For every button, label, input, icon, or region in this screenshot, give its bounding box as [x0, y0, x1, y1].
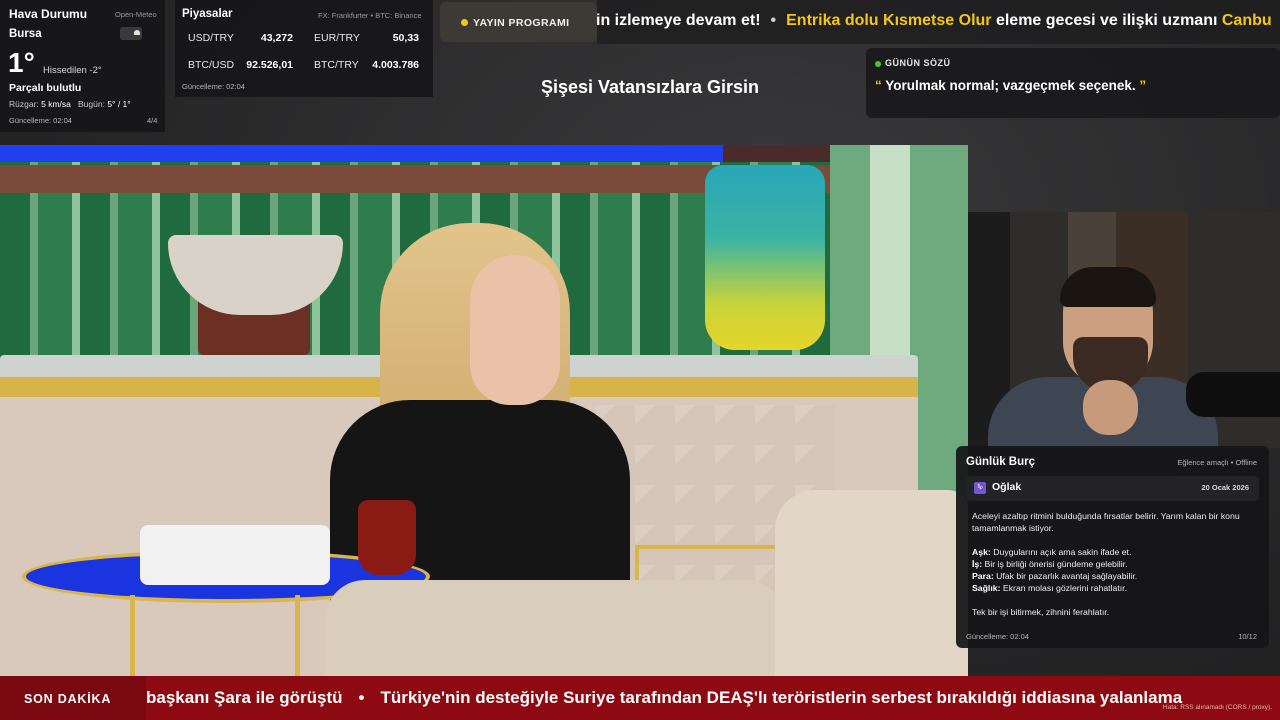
- top-ticker: in izlemeye devam et! • Entrika dolu Kısme…: [597, 0, 1280, 44]
- quote-widget: GÜNÜN SÖZÜ “ Yorulmak normal; vazgeçmek …: [866, 48, 1280, 118]
- weather-updated: Güncelleme: 02:04: [9, 116, 72, 125]
- horoscope-widget: Günlük Burç Eğlence amaçlı • Offline ♑ O…: [956, 446, 1269, 648]
- market-value: 92.526,01: [246, 59, 293, 71]
- schedule-dot-icon: [461, 19, 468, 26]
- webcam-person-hair: [1060, 267, 1156, 307]
- horoscope-intro: Aceleyi azaltıp ritmini bulduğunda fırsa…: [972, 511, 1240, 533]
- schedule-label: YAYIN PROGRAMI: [473, 17, 570, 29]
- markets-widget: Piyasalar FX: Frankfurter • BTC: Binance…: [175, 0, 433, 97]
- breaking-news-label: SON DAKİKA: [0, 676, 146, 720]
- love-label: Aşk:: [972, 547, 991, 557]
- horoscope-title: Günlük Burç: [966, 456, 1036, 468]
- money-text: Ufak bir pazarlık avantaj sağlayabilir.: [993, 571, 1138, 581]
- money-label: Para:: [972, 571, 994, 581]
- partly-cloudy-icon: [120, 27, 142, 40]
- horoscope-date: 20 Ocak 2026: [1201, 483, 1249, 492]
- love-text: Duygularını açık ama sakin ifade et.: [990, 547, 1132, 557]
- horoscope-updated: Güncelleme: 02:04: [966, 632, 1029, 641]
- video-blue-strip: [0, 145, 723, 162]
- weather-condition: Parçalı bulutlu: [9, 82, 82, 94]
- health-label: Sağlık:: [972, 583, 1001, 593]
- video-sofa: [325, 580, 785, 676]
- horoscope-love: Aşk: Duygularını açık ama sakin ifade et…: [972, 546, 1262, 558]
- market-value: 43,272: [260, 32, 293, 44]
- top-ticker-text: in izlemeye devam et! • Entrika dolu Kısme…: [597, 12, 1272, 30]
- work-text: Bir iş birliği önerisi gündeme gelebilir…: [982, 559, 1128, 569]
- status-dot-icon: [875, 61, 881, 67]
- quote-body: Yorulmak normal; vazgeçmek seçenek.: [881, 78, 1140, 93]
- weather-page: 4/4: [147, 116, 158, 125]
- ticker-item: eleme gecesi ve ilişki uzmanı: [991, 12, 1222, 29]
- horoscope-body: Aceleyi azaltıp ritmini bulduğunda fırsa…: [972, 510, 1262, 618]
- schedule-button[interactable]: YAYIN PROGRAMI: [440, 2, 597, 42]
- market-name: BTC/USD: [188, 59, 235, 71]
- horoscope-sign-bar: ♑ Oğlak 20 Ocak 2026: [966, 476, 1259, 501]
- market-row: BTC/TRY 4.003.786: [314, 59, 419, 73]
- breaking-separator: •: [358, 688, 365, 707]
- breaking-label-text: SON DAKİKA: [24, 692, 112, 706]
- video-vase: [705, 165, 825, 350]
- webcam-video: [968, 212, 1280, 448]
- webcam-person-hand: [1083, 380, 1138, 435]
- wind-value: 5 km/sa: [41, 99, 71, 109]
- rss-error: Hata: RSS alınamadı (CORS / proxy).: [1162, 704, 1272, 711]
- markets-source: FX: Frankfurter • BTC: Binance: [318, 11, 422, 20]
- quote-text: “ Yorulmak normal; vazgeçmek seçenek. ”: [875, 78, 1146, 93]
- breaking-item: Türkiye'nin desteğiyle Suriye tarafından…: [380, 688, 1183, 707]
- horoscope-health: Sağlık: Ekran molası gözlerini rahatlatı…: [972, 582, 1262, 594]
- market-name: EUR/TRY: [314, 32, 360, 44]
- market-value: 50,33: [392, 32, 419, 44]
- weather-temperature: 1°: [8, 47, 35, 78]
- horoscope-tip: Tek bir işi bitirmek, zihnini ferahlatır…: [972, 607, 1110, 617]
- markets-title: Piyasalar: [182, 8, 233, 20]
- market-value: 4.003.786: [372, 59, 419, 71]
- today-label: Bugün:: [78, 99, 105, 109]
- quote-label: GÜNÜN SÖZÜ: [885, 58, 951, 68]
- video-armchair: [775, 490, 968, 676]
- horoscope-status: Eğlence amaçlı • Offline: [1177, 458, 1257, 467]
- weather-city: Bursa: [9, 28, 42, 40]
- ticker-highlight: Canbu: [1221, 12, 1272, 29]
- market-row: BTC/USD 92.526,01: [188, 59, 293, 73]
- today-value: 5° / 1°: [107, 99, 131, 109]
- capricorn-icon: ♑: [974, 482, 986, 494]
- market-row: USD/TRY 43,272: [188, 32, 293, 46]
- video-table-legs: [130, 595, 300, 676]
- wind-label: Rüzgar:: [9, 99, 39, 109]
- ticker-item: in izlemeye devam et!: [597, 12, 761, 29]
- ticker-separator: •: [770, 12, 777, 29]
- horoscope-money: Para: Ufak bir pazarlık avantaj sağlayab…: [972, 570, 1262, 582]
- video-person-face: [470, 255, 560, 405]
- video-napkin: [140, 525, 330, 585]
- microphone: [1186, 372, 1280, 417]
- main-video: [0, 145, 968, 676]
- weather-source: Open-Meteo: [115, 10, 157, 19]
- market-name: BTC/TRY: [314, 59, 359, 71]
- weather-title: Hava Durumu: [9, 7, 88, 21]
- ticker-highlight: Entrika dolu Kısmetse Olur: [786, 12, 992, 29]
- weather-widget: Hava Durumu Open-Meteo Bursa 1° Hissedil…: [0, 0, 165, 132]
- video-tea-glass: [358, 500, 416, 575]
- stream-title: Şişesi Vatansızlara Girsin: [540, 77, 760, 97]
- market-name: USD/TRY: [188, 32, 234, 44]
- weather-feels-like: Hissedilen -2°: [43, 65, 102, 76]
- horoscope-work: İş: Bir iş birliği önerisi gündeme geleb…: [972, 558, 1262, 570]
- markets-updated: Güncelleme: 02:04: [182, 82, 245, 91]
- market-row: EUR/TRY 50,33: [314, 32, 419, 46]
- weather-stats: Rüzgar: 5 km/sa Bugün: 5° / 1°: [9, 99, 131, 109]
- work-label: İş:: [972, 559, 983, 569]
- breaking-item: başkanı Şara ile görüştü: [146, 688, 343, 707]
- quote-open-mark: “: [875, 78, 882, 93]
- health-text: Ekran molası gözlerini rahatlatır.: [1000, 583, 1128, 593]
- quote-close-mark: ”: [1139, 78, 1147, 93]
- horoscope-sign: Oğlak: [992, 481, 1022, 493]
- breaking-news-bar: başkanı Şara ile görüştü • Türkiye'nin des…: [0, 676, 1280, 720]
- breaking-news-text: başkanı Şara ile görüştü • Türkiye'nin des…: [146, 688, 1182, 708]
- horoscope-page: 10/12: [1238, 632, 1257, 641]
